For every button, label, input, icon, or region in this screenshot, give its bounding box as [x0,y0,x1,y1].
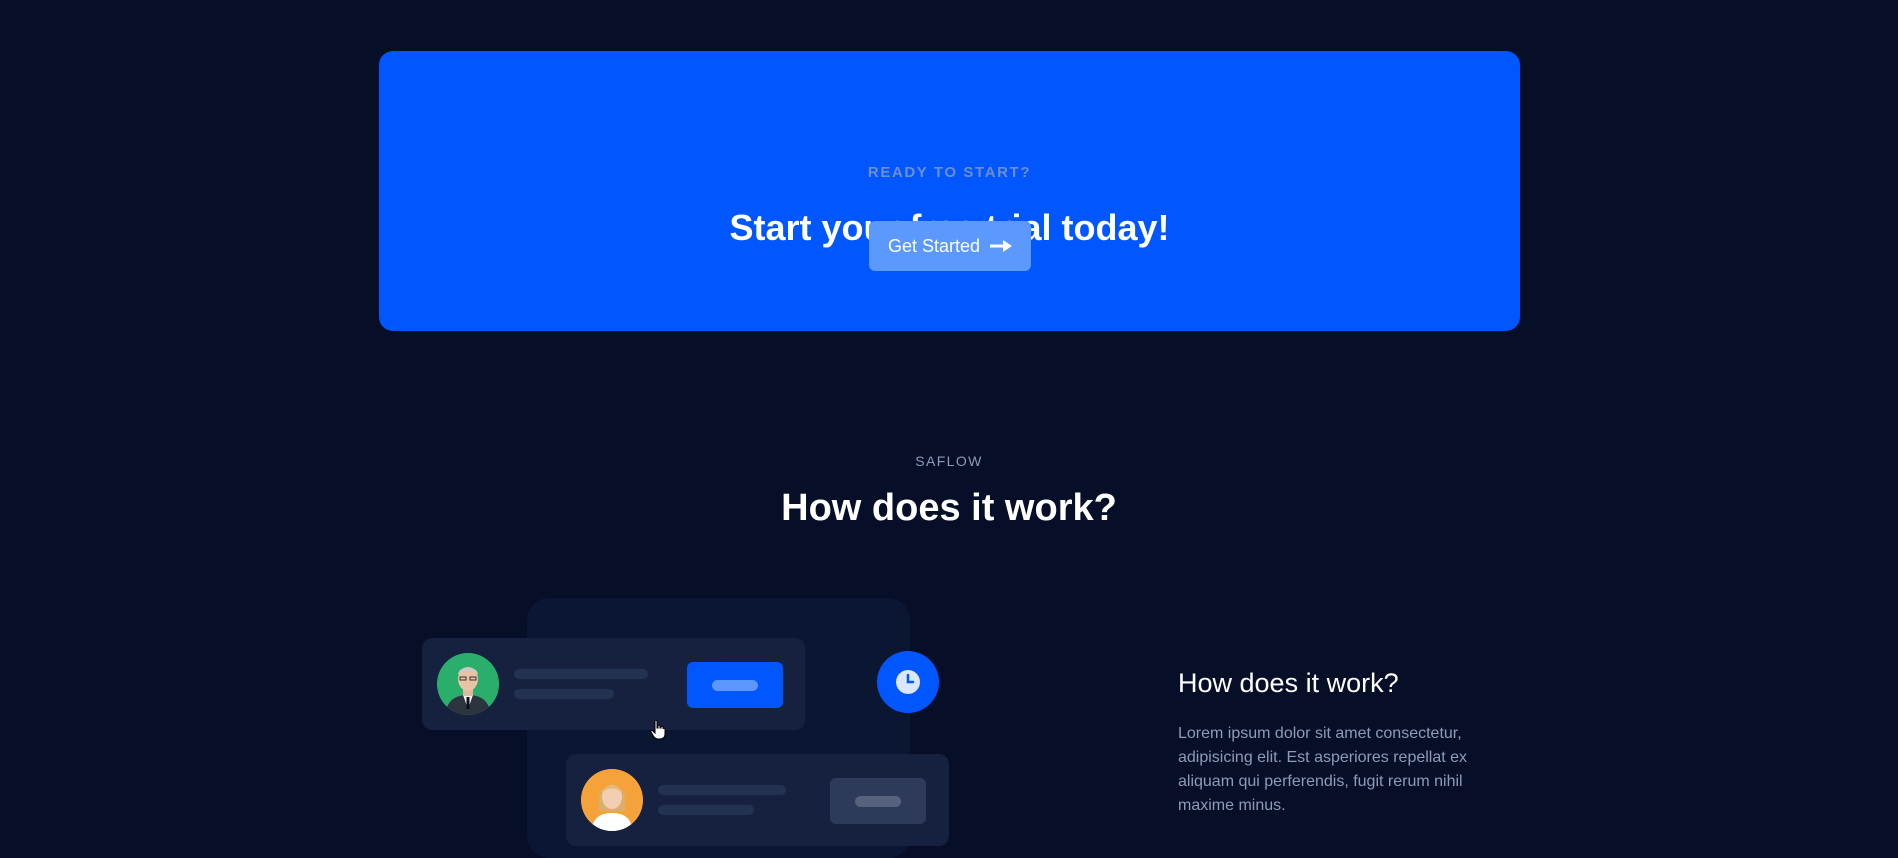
placeholder-line [514,669,648,679]
clock-icon [877,651,939,713]
illustration-card [566,754,949,846]
hand-cursor-icon [650,719,666,740]
get-started-button[interactable]: Get Started [869,221,1031,271]
illustration-button-secondary [830,778,926,824]
how-it-works-description: Lorem ipsum dolor sit amet consectetur, … [1178,725,1468,814]
placeholder-line [514,689,614,699]
get-started-label: Get Started [887,235,981,256]
placeholder-line [658,785,786,795]
cta-eyebrow: READY TO START? [867,164,1032,181]
cta-card: READY TO START? Start your free trial to… [379,51,1520,331]
avatar-woman [581,769,643,831]
arrow-right-icon [990,240,1013,252]
placeholder-line [658,805,754,815]
how-it-works-title: How does it work? [1178,668,1399,698]
section-title: How does it work? [781,487,1117,529]
section-eyebrow: SAFLOW [915,453,983,469]
avatar-man [437,653,499,715]
illustration-button-primary [687,662,783,708]
illustration-card [422,638,805,730]
